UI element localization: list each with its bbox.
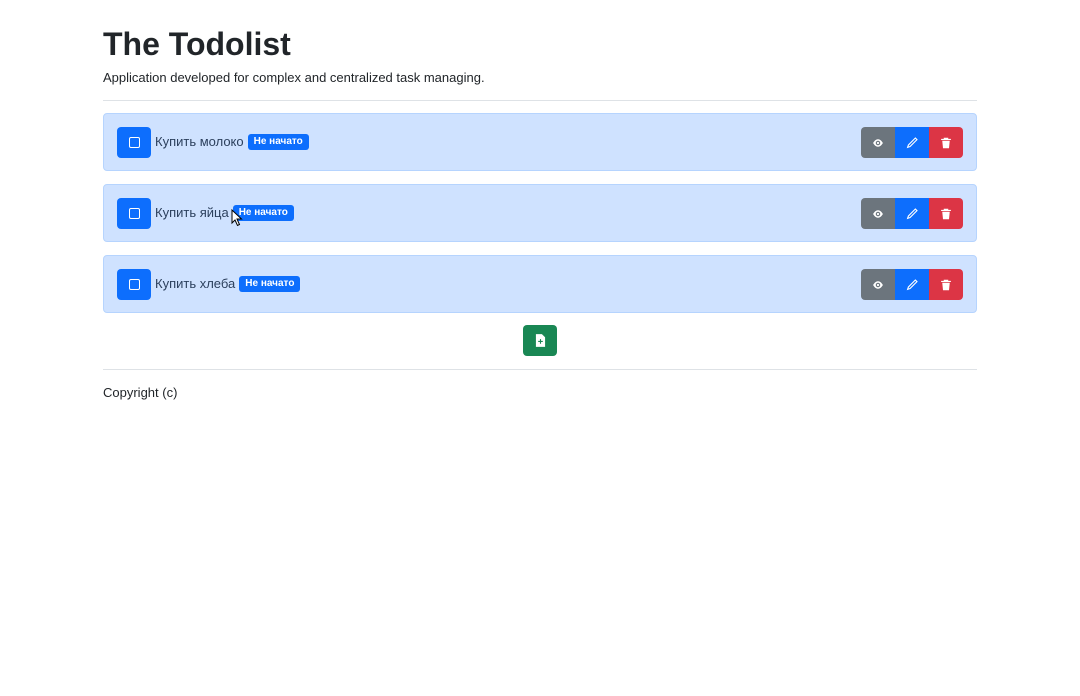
- view-task-button[interactable]: [861, 127, 895, 158]
- status-badge: Не начато: [239, 276, 301, 292]
- task-item: Купить хлеба Не начато: [103, 255, 977, 313]
- pencil-icon: [906, 279, 918, 291]
- delete-task-button[interactable]: [929, 198, 963, 229]
- copyright-text: Copyright (c): [103, 385, 178, 400]
- delete-task-button[interactable]: [929, 269, 963, 300]
- complete-task-button[interactable]: [117, 269, 151, 300]
- pencil-icon: [906, 208, 918, 220]
- mouse-cursor-icon: [231, 209, 243, 227]
- edit-task-button[interactable]: [895, 269, 929, 300]
- task-item: Купить молоко Не начато: [103, 113, 977, 171]
- edit-task-button[interactable]: [895, 198, 929, 229]
- complete-task-button[interactable]: [117, 127, 151, 158]
- view-task-button[interactable]: [861, 198, 895, 229]
- task-label: Купить молоко Не начато: [155, 134, 309, 150]
- task-actions: [861, 269, 963, 300]
- task-actions: [861, 127, 963, 158]
- square-icon: [128, 208, 140, 219]
- square-icon: [128, 279, 140, 290]
- status-badge: Не начато: [247, 134, 309, 150]
- file-plus-icon: [535, 334, 545, 347]
- page-title: The Todolist: [103, 26, 291, 62]
- header-divider: [103, 100, 977, 101]
- task-title: Купить яйца: [155, 205, 229, 220]
- view-task-button[interactable]: [861, 269, 895, 300]
- complete-task-button[interactable]: [117, 198, 151, 229]
- edit-task-button[interactable]: [895, 127, 929, 158]
- trash-icon: [941, 279, 951, 290]
- footer-divider: [103, 369, 977, 370]
- pencil-icon: [906, 137, 918, 149]
- task-label: Купить яйца Не начато: [155, 205, 294, 221]
- trash-icon: [941, 208, 951, 219]
- eye-icon: [873, 280, 883, 289]
- task-label: Купить хлеба Не начато: [155, 276, 301, 292]
- square-icon: [128, 137, 140, 148]
- eye-icon: [873, 138, 883, 147]
- add-task-button[interactable]: [523, 325, 557, 356]
- page-subtitle: Application developed for complex and ce…: [103, 70, 485, 85]
- eye-icon: [873, 209, 883, 218]
- task-actions: [861, 198, 963, 229]
- trash-icon: [941, 137, 951, 148]
- delete-task-button[interactable]: [929, 127, 963, 158]
- task-title: Купить хлеба: [155, 276, 236, 291]
- task-title: Купить молоко: [155, 134, 244, 149]
